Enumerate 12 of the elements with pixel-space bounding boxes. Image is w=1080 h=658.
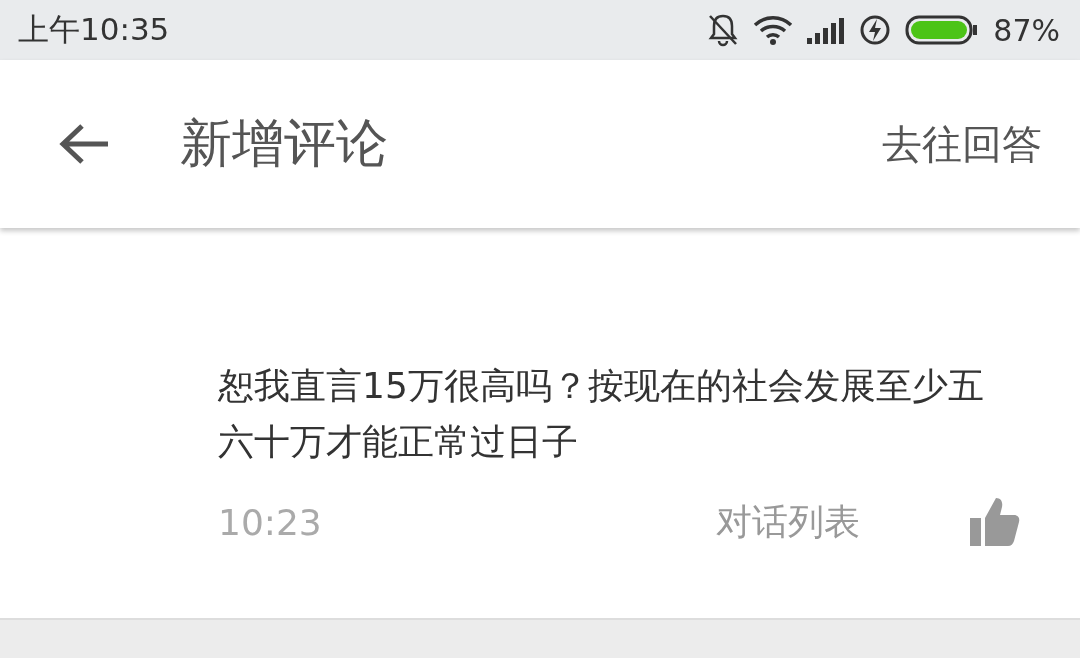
battery-percent: 87%	[993, 12, 1060, 48]
comment-time: 10:23	[218, 501, 323, 543]
wifi-icon	[753, 15, 794, 45]
charging-icon	[859, 14, 892, 46]
page-title: 新增评论	[180, 112, 389, 175]
comment-text: 恕我直言15万很高吗？按现在的社会发展至少五六十万才能正常过日子	[218, 364, 985, 464]
bell-off-icon	[707, 13, 740, 47]
signal-icon	[807, 16, 846, 44]
status-time: 上午10:35	[18, 10, 170, 49]
like-button[interactable]	[970, 496, 1020, 548]
battery-icon	[905, 15, 980, 45]
go-answer-button[interactable]: 去往回答	[882, 116, 1042, 172]
